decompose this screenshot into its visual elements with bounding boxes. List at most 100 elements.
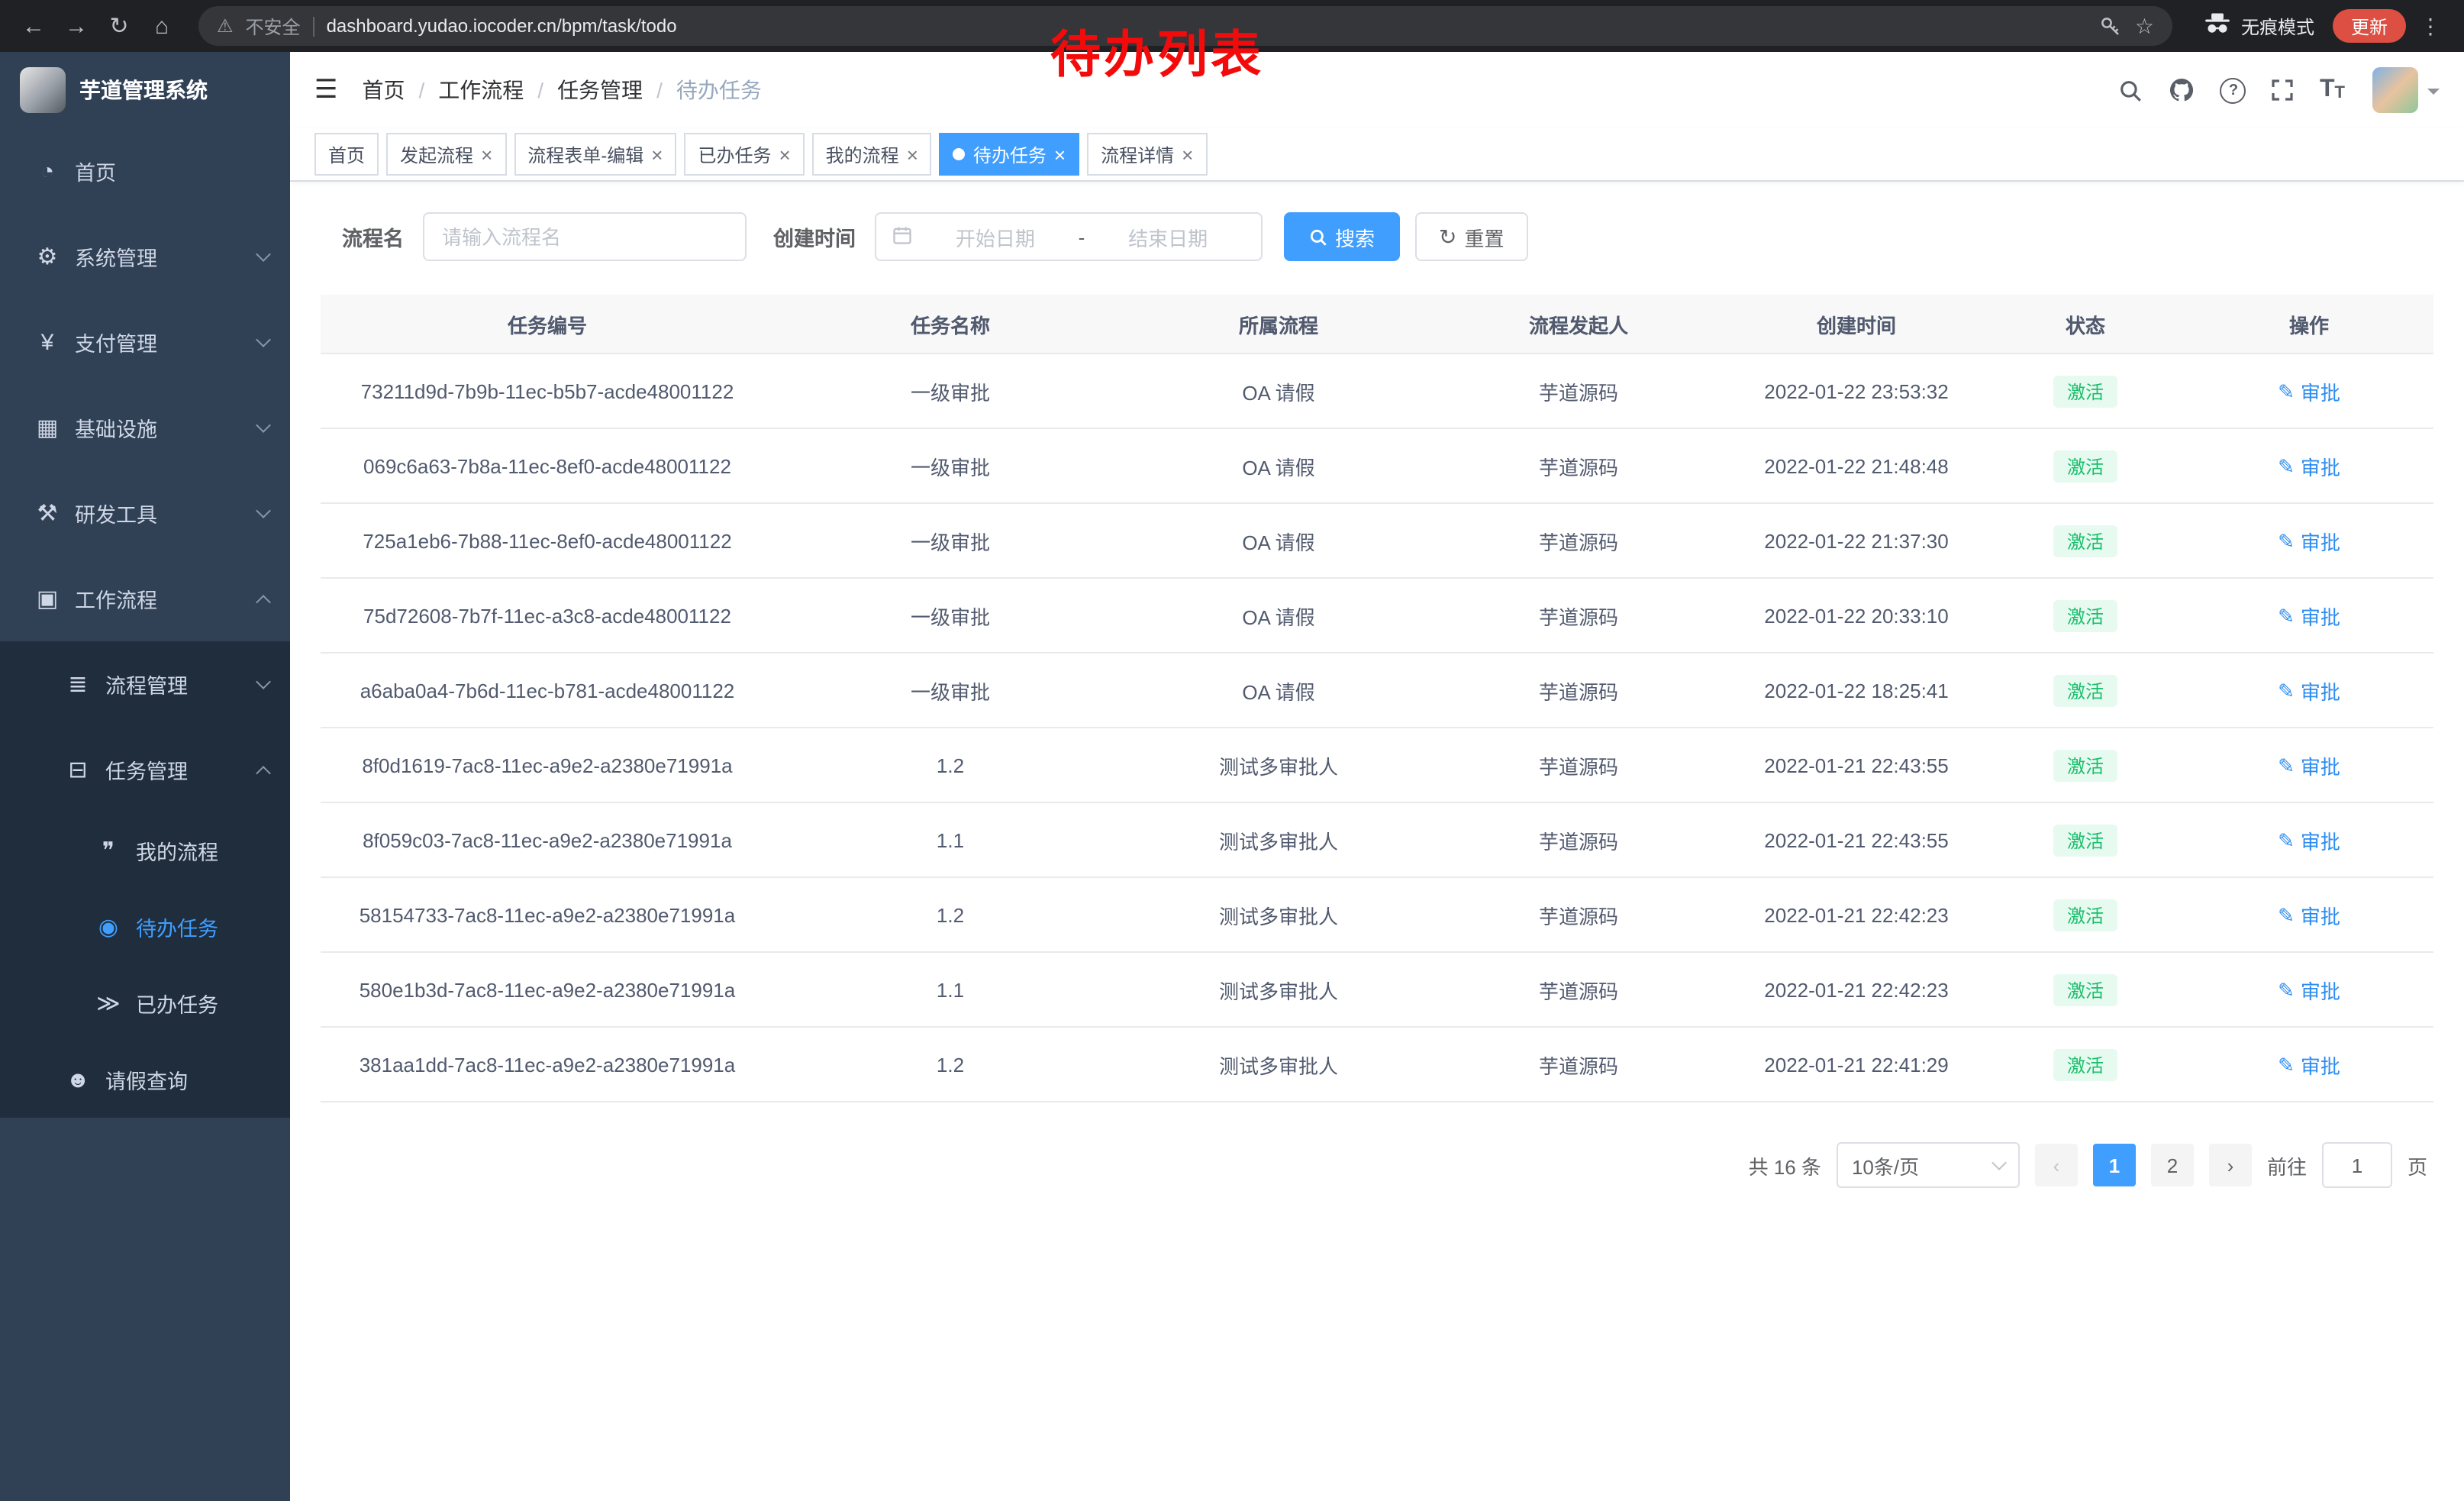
approve-link[interactable]: ✎ 审批 [2278, 526, 2340, 555]
breadcrumb-workflow[interactable]: 工作流程 [438, 75, 524, 105]
column-header-status: 状态 [1986, 309, 2185, 338]
cell-status: 激活 [1986, 824, 2185, 856]
approve-link[interactable]: ✎ 审批 [2278, 825, 2340, 854]
status-badge: 激活 [2053, 973, 2117, 1006]
cell-task-name: 一级审批 [774, 376, 1127, 405]
approve-link[interactable]: ✎ 审批 [2278, 750, 2340, 780]
sidebar-item-todo-tasks[interactable]: ◉ 待办任务 [0, 889, 290, 965]
cell-task-id: 381aa1dd-7ac8-11ec-a9e2-a2380e71991a [321, 1053, 774, 1076]
approve-link[interactable]: ✎ 审批 [2278, 1050, 2340, 1079]
page-button-1[interactable]: 1 [2093, 1144, 2136, 1186]
page-size-select[interactable]: 10条/页 [1837, 1142, 2020, 1188]
sidebar-item-infrastructure[interactable]: ▦ 基础设施 [0, 385, 290, 470]
reset-button[interactable]: ↻ 重置 [1414, 212, 1529, 261]
tab-done-tasks[interactable]: 已办任务 × [684, 133, 804, 176]
browser-menu-icon[interactable]: ⋮ [2412, 13, 2449, 39]
close-icon[interactable]: × [1054, 144, 1066, 164]
cell-status: 激活 [1986, 599, 2185, 631]
incognito-icon [2203, 12, 2232, 40]
table-body: 73211d9d-7b9b-11ec-b5b7-acde48001122 一级审… [321, 354, 2433, 1102]
cell-task-id: 725a1eb6-7b88-11ec-8ef0-acde48001122 [321, 529, 774, 552]
cell-status: 激活 [1986, 973, 2185, 1006]
cell-task-id: 8f0d1619-7ac8-11ec-a9e2-a2380e71991a [321, 754, 774, 776]
github-icon[interactable] [2169, 76, 2196, 104]
approve-link[interactable]: ✎ 审批 [2278, 900, 2340, 929]
update-button[interactable]: 更新 [2333, 9, 2406, 43]
cell-create-time: 2022-01-21 22:43:55 [1727, 754, 1986, 776]
process-name-input[interactable] [422, 212, 746, 261]
tab-process-detail[interactable]: 流程详情 × [1087, 133, 1207, 176]
sidebar-item-task-management[interactable]: ⊟ 任务管理 [0, 727, 290, 812]
text-size-icon[interactable]: TT [2320, 78, 2345, 102]
fullscreen-icon[interactable] [2271, 78, 2295, 102]
edit-icon: ✎ [2278, 1054, 2295, 1074]
infrastructure-icon: ▦ [31, 414, 64, 441]
workflow-icon: ▣ [31, 585, 64, 612]
goto-page-input[interactable] [2322, 1142, 2392, 1188]
column-header-task-name: 任务名称 [774, 309, 1127, 338]
status-badge: 激活 [2053, 674, 2117, 706]
approve-link[interactable]: ✎ 审批 [2278, 451, 2340, 480]
home-icon[interactable]: ⌂ [144, 13, 180, 39]
forward-icon[interactable]: → [58, 13, 95, 39]
next-page-button[interactable]: › [2209, 1144, 2252, 1186]
cell-task-id: 8f059c03-7ac8-11ec-a9e2-a2380e71991a [321, 828, 774, 851]
breadcrumb-home[interactable]: 首页 [363, 75, 405, 105]
search-icon[interactable] [2118, 77, 2144, 103]
tab-home[interactable]: 首页 [314, 133, 379, 176]
cell-task-name: 一级审批 [774, 676, 1127, 705]
chevron-down-icon [256, 418, 271, 433]
table-row: 75d72608-7b7f-11ec-a3c8-acde48001122 一级审… [321, 579, 2433, 654]
close-icon[interactable]: × [779, 144, 790, 164]
cell-status: 激活 [1986, 899, 2185, 931]
header-actions: ? TT [2118, 67, 2440, 113]
cell-starter: 芋道源码 [1430, 900, 1727, 929]
bookmark-star-icon[interactable]: ☆ [2135, 13, 2154, 39]
cell-status: 激活 [1986, 674, 2185, 706]
sidebar-item-system-management[interactable]: ⚙ 系统管理 [0, 214, 290, 299]
sidebar-item-home[interactable]: ◔ 首页 [0, 128, 290, 214]
tags-view-bar: 首页 发起流程 × 流程表单-编辑 × 已办任务 × 我的流程 × [290, 128, 2464, 182]
search-icon [1308, 227, 1327, 247]
sidebar-item-done-tasks[interactable]: ≫ 已办任务 [0, 965, 290, 1041]
app-title: 芋道管理系统 [79, 75, 208, 105]
breadcrumb-task-management[interactable]: 任务管理 [557, 75, 643, 105]
sidebar-item-my-process[interactable]: ❞ 我的流程 [0, 812, 290, 889]
page-unit-label: 页 [2408, 1151, 2427, 1180]
process-list-icon: ≣ [61, 670, 95, 698]
close-icon[interactable]: × [651, 144, 663, 164]
sidebar-item-dev-tools[interactable]: ⚒ 研发工具 [0, 470, 290, 556]
close-icon[interactable]: × [481, 144, 492, 164]
tab-todo-tasks[interactable]: 待办任务 × [940, 133, 1079, 176]
user-avatar-menu[interactable] [2372, 67, 2440, 113]
edit-icon: ✎ [2278, 680, 2295, 700]
tab-process-form-edit[interactable]: 流程表单-编辑 × [514, 133, 676, 176]
status-badge: 激活 [2053, 749, 2117, 781]
tab-my-process[interactable]: 我的流程 × [812, 133, 932, 176]
status-badge: 激活 [2053, 1048, 2117, 1080]
password-key-icon[interactable] [2100, 15, 2123, 37]
create-time-label: 创建时间 [773, 221, 856, 252]
approve-link[interactable]: ✎ 审批 [2278, 601, 2340, 630]
status-badge: 激活 [2053, 525, 2117, 557]
search-button[interactable]: 搜索 [1283, 212, 1399, 261]
tab-start-process[interactable]: 发起流程 × [386, 133, 506, 176]
reload-icon[interactable]: ↻ [101, 12, 137, 40]
cell-task-name: 1.2 [774, 903, 1127, 926]
sidebar-item-workflow[interactable]: ▣ 工作流程 [0, 556, 290, 641]
approve-link[interactable]: ✎ 审批 [2278, 376, 2340, 405]
page-button-2[interactable]: 2 [2151, 1144, 2194, 1186]
sidebar-item-payment-management[interactable]: ¥ 支付管理 [0, 299, 290, 385]
close-icon[interactable]: × [907, 144, 918, 164]
approve-link[interactable]: ✎ 审批 [2278, 975, 2340, 1004]
approve-link[interactable]: ✎ 审批 [2278, 676, 2340, 705]
back-icon[interactable]: ← [15, 13, 52, 39]
date-range-picker[interactable]: 开始日期 - 结束日期 [874, 212, 1262, 261]
cell-process: OA 请假 [1127, 451, 1430, 480]
help-icon[interactable]: ? [2221, 77, 2246, 103]
close-icon[interactable]: × [1182, 144, 1193, 164]
sidebar-item-process-management[interactable]: ≣ 流程管理 [0, 641, 290, 727]
prev-page-button[interactable]: ‹ [2035, 1144, 2078, 1186]
sidebar-item-leave-query[interactable]: ☻ 请假查询 [0, 1041, 290, 1118]
sidebar-collapse-icon[interactable]: ☰ [314, 75, 338, 105]
